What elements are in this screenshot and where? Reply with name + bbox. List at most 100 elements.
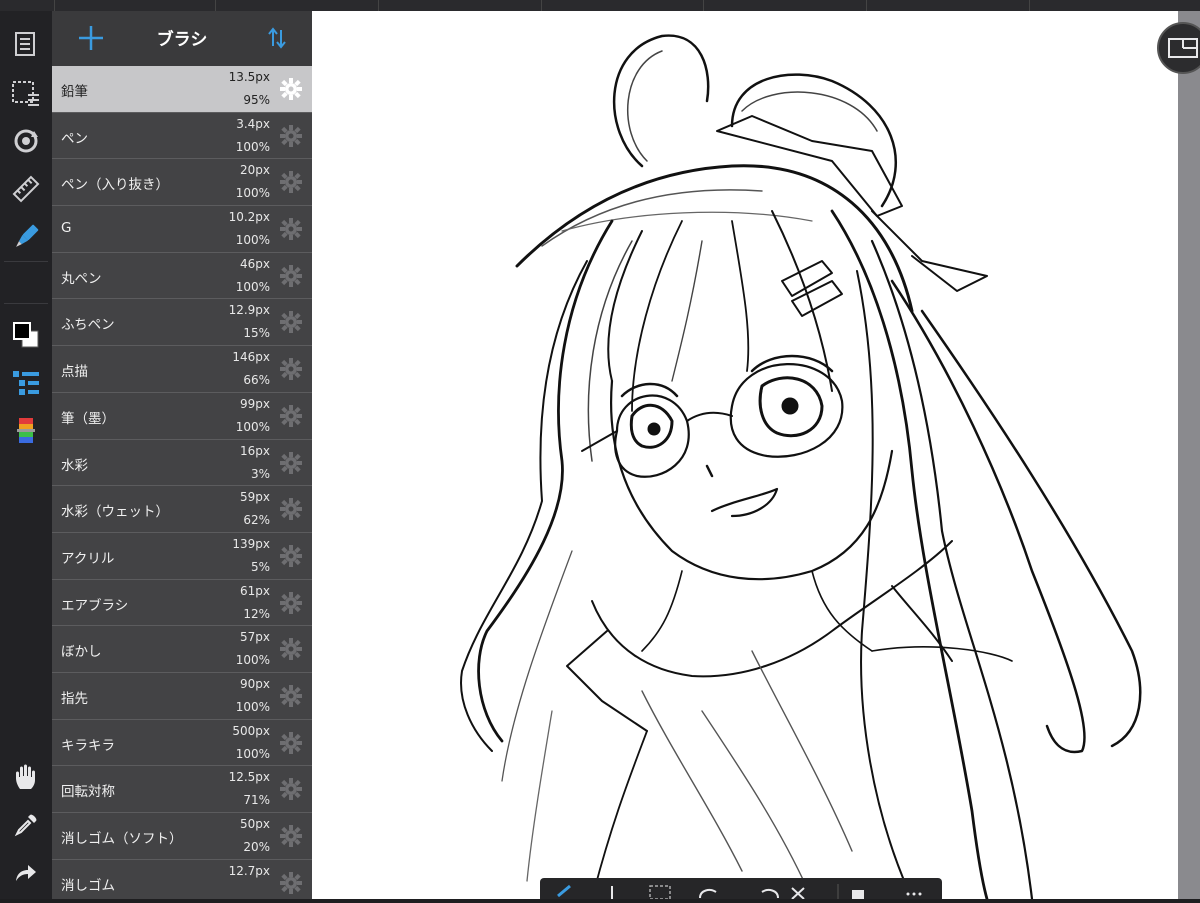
brush-size: 3.4px (236, 116, 270, 131)
brush-row[interactable]: 消しゴム（ソフト） 50px 20% (52, 813, 312, 860)
gear-icon[interactable] (280, 171, 302, 194)
drawing-canvas[interactable] (312, 11, 1178, 899)
brush-name: 鉛筆 (61, 84, 88, 100)
brush-row[interactable]: G 10.2px 100% (52, 206, 312, 253)
gear-icon[interactable] (280, 124, 302, 147)
brush-name: 回転対称 (61, 784, 115, 801)
view-toggle-button[interactable] (1157, 22, 1200, 74)
transform-icon[interactable] (6, 123, 46, 159)
brush-row[interactable]: 消しゴム 12.7px (52, 859, 312, 899)
selection-icon[interactable] (6, 75, 46, 111)
brush-size: 16px (240, 443, 270, 458)
brush-size: 61px (240, 583, 270, 598)
right-edge-strip (1178, 11, 1200, 899)
brush-size: 59px (240, 490, 270, 505)
gear-icon[interactable] (280, 591, 302, 614)
brush-size: 99px (240, 396, 270, 411)
brush-row[interactable]: エアブラシ 61px 12% (52, 579, 312, 627)
brush-name: 点描 (61, 364, 88, 381)
brush-opacity: 15% (243, 326, 270, 341)
gear-icon[interactable] (280, 404, 302, 427)
brush-row[interactable]: ぼかし 57px 100% (52, 626, 312, 673)
brush-size: 139px (232, 536, 270, 551)
brush-opacity: 100% (235, 139, 270, 154)
gear-icon[interactable] (280, 825, 302, 847)
brush-name: G (61, 220, 72, 237)
brush-opacity: 100% (235, 233, 270, 248)
brush-row[interactable]: 筆（墨） 99px 100% (52, 392, 312, 440)
gradient-icon[interactable] (6, 413, 46, 449)
gear-icon[interactable] (280, 358, 302, 381)
gear-icon[interactable] (280, 451, 302, 474)
color-icon[interactable] (6, 317, 46, 353)
sketch-illustration (460, 34, 1142, 899)
brush-size: 13.5px (228, 70, 270, 84)
gear-icon[interactable] (280, 498, 302, 521)
hand-icon[interactable] (6, 759, 46, 795)
gear-icon[interactable] (280, 264, 302, 287)
brush-row[interactable]: 回転対称 12.5px 71% (52, 766, 312, 813)
eyedropper-icon[interactable] (6, 807, 46, 843)
brush-size: 12.9px (228, 303, 270, 318)
brush-size: 46px (240, 256, 270, 271)
bottom-tool-bar (540, 878, 942, 900)
brush-opacity: 95% (243, 93, 270, 107)
brush-icon[interactable] (6, 219, 46, 255)
brush-name: ぼかし (61, 644, 102, 661)
brush-size: 50px (240, 817, 270, 831)
left-toolbar (0, 11, 52, 899)
gear-icon[interactable] (280, 544, 302, 567)
gear-icon[interactable] (280, 311, 302, 334)
gear-icon[interactable] (280, 778, 302, 801)
gear-icon[interactable] (280, 218, 302, 241)
brush-name: 消しゴム（ソフト） (61, 831, 183, 847)
ruler-icon[interactable] (6, 171, 46, 207)
brush-row[interactable]: 鉛筆 13.5px 95% (52, 66, 312, 113)
sort-brush-button[interactable] (264, 25, 290, 51)
brush-name: ペン (61, 130, 88, 147)
brush-name: 丸ペン (61, 270, 102, 287)
brush-list: 鉛筆 13.5px 95% ペン 3.4px 100% ペン（入り抜き） 20px 100% G 1… (52, 66, 312, 899)
gear-icon[interactable] (280, 731, 302, 754)
brush-row[interactable]: 水彩（ウェット） 59px 62% (52, 486, 312, 533)
brush-opacity: 100% (235, 746, 270, 761)
brush-row[interactable]: 点描 146px 66% (52, 346, 312, 393)
brush-row[interactable]: ペン 3.4px 100% (52, 112, 312, 160)
brush-name: ふちペン (61, 317, 115, 334)
brush-size: 90px (240, 676, 270, 691)
gear-icon[interactable] (280, 871, 302, 894)
layers-icon[interactable] (6, 365, 46, 401)
panel-title: ブラシ (156, 30, 208, 50)
redo-icon[interactable] (6, 855, 46, 891)
toolbar-divider (4, 303, 48, 304)
add-brush-button[interactable] (76, 23, 106, 53)
brush-panel-header: ブラシ (52, 11, 312, 66)
brush-opacity: 3% (250, 466, 270, 481)
gear-icon[interactable] (280, 684, 302, 707)
brush-name: エアブラシ (61, 597, 129, 614)
brush-opacity: 100% (235, 279, 270, 294)
brush-row[interactable]: アクリル 139px 5% (52, 532, 312, 580)
brush-opacity: 20% (243, 840, 270, 854)
brush-size: 146px (232, 350, 270, 365)
toolbar-divider (4, 261, 48, 262)
brush-row[interactable]: 指先 90px 100% (52, 672, 312, 720)
gear-icon[interactable] (280, 638, 302, 661)
brush-row[interactable]: キラキラ 500px 100% (52, 719, 312, 767)
brush-row[interactable]: ペン（入り抜き） 20px 100% (52, 159, 312, 207)
brush-name: 水彩 (61, 457, 88, 474)
brush-size: 12.5px (228, 770, 270, 785)
brush-size: 10.2px (228, 210, 270, 225)
brush-opacity: 5% (250, 559, 270, 574)
brush-name: 水彩（ウェット） (61, 504, 169, 521)
brush-row[interactable]: 水彩 16px 3% (52, 439, 312, 487)
gear-icon[interactable] (280, 78, 302, 100)
brush-name: ペン（入り抜き） (61, 177, 169, 194)
brush-opacity: 100% (235, 186, 270, 201)
brush-size: 57px (240, 630, 270, 645)
brush-panel: ブラシ 鉛筆 13.5px 95% ペン 3.4px 100% ペン（入り抜き） 20px 10… (52, 11, 312, 899)
brush-opacity: 12% (243, 606, 270, 621)
pages-icon[interactable] (6, 27, 46, 63)
brush-row[interactable]: 丸ペン 46px 100% (52, 252, 312, 300)
brush-row[interactable]: ふちペン 12.9px 15% (52, 299, 312, 347)
